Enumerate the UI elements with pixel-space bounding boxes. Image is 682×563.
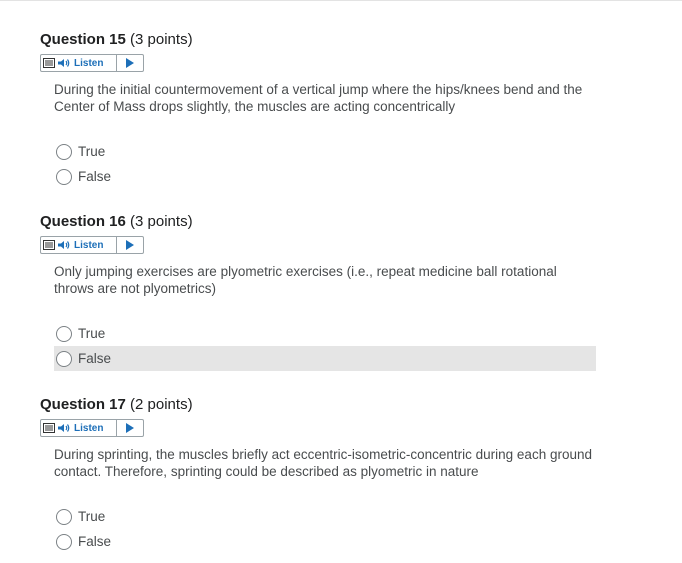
play-icon — [126, 58, 134, 68]
listen-widget: Listen — [40, 54, 144, 72]
question-title: Question 17 (2 points) — [40, 396, 193, 413]
answer-options: True False — [54, 139, 600, 189]
listen-label: Listen — [74, 57, 104, 69]
answer-options: True False — [54, 504, 600, 554]
question-text: During sprinting, the muscles briefly ac… — [54, 447, 592, 479]
play-button[interactable] — [117, 55, 143, 71]
speaker-icon — [58, 424, 70, 432]
speaker-icon — [58, 59, 70, 67]
answer-options: True False — [54, 321, 600, 371]
page-icon — [43, 58, 55, 68]
option-false[interactable]: False — [54, 164, 596, 189]
option-false[interactable]: False — [54, 529, 596, 554]
listen-button[interactable]: Listen — [41, 55, 117, 71]
question-title: Question 16 (3 points) — [40, 213, 193, 230]
listen-widget: Listen — [40, 419, 144, 437]
question-text: Only jumping exercises are plyometric ex… — [54, 264, 557, 296]
option-true[interactable]: True — [54, 139, 596, 164]
option-true[interactable]: True — [54, 321, 596, 346]
listen-widget: Listen — [40, 236, 144, 254]
question-17: Question 17 (2 points) Listen During spr… — [40, 395, 600, 554]
radio-button[interactable] — [56, 168, 72, 185]
play-button[interactable] — [117, 237, 143, 253]
listen-label: Listen — [74, 239, 104, 251]
radio-button[interactable] — [56, 143, 72, 160]
question-15: Question 15 (3 points) Listen During the… — [40, 30, 600, 189]
speaker-icon — [58, 241, 70, 249]
radio-button[interactable] — [56, 533, 72, 550]
listen-label: Listen — [74, 422, 104, 434]
question-text: During the initial countermovement of a … — [54, 82, 583, 114]
listen-button[interactable]: Listen — [41, 237, 117, 253]
radio-button[interactable] — [56, 508, 72, 525]
radio-button[interactable] — [56, 350, 72, 367]
page-icon — [43, 240, 55, 250]
top-divider — [0, 0, 682, 1]
radio-button[interactable] — [56, 325, 72, 342]
option-false[interactable]: False — [54, 346, 596, 371]
play-button[interactable] — [117, 420, 143, 436]
option-true[interactable]: True — [54, 504, 596, 529]
question-16: Question 16 (3 points) Listen Only jumpi… — [40, 212, 600, 371]
page-icon — [43, 423, 55, 433]
play-icon — [126, 423, 134, 433]
play-icon — [126, 240, 134, 250]
question-title: Question 15 (3 points) — [40, 31, 193, 48]
listen-button[interactable]: Listen — [41, 420, 117, 436]
